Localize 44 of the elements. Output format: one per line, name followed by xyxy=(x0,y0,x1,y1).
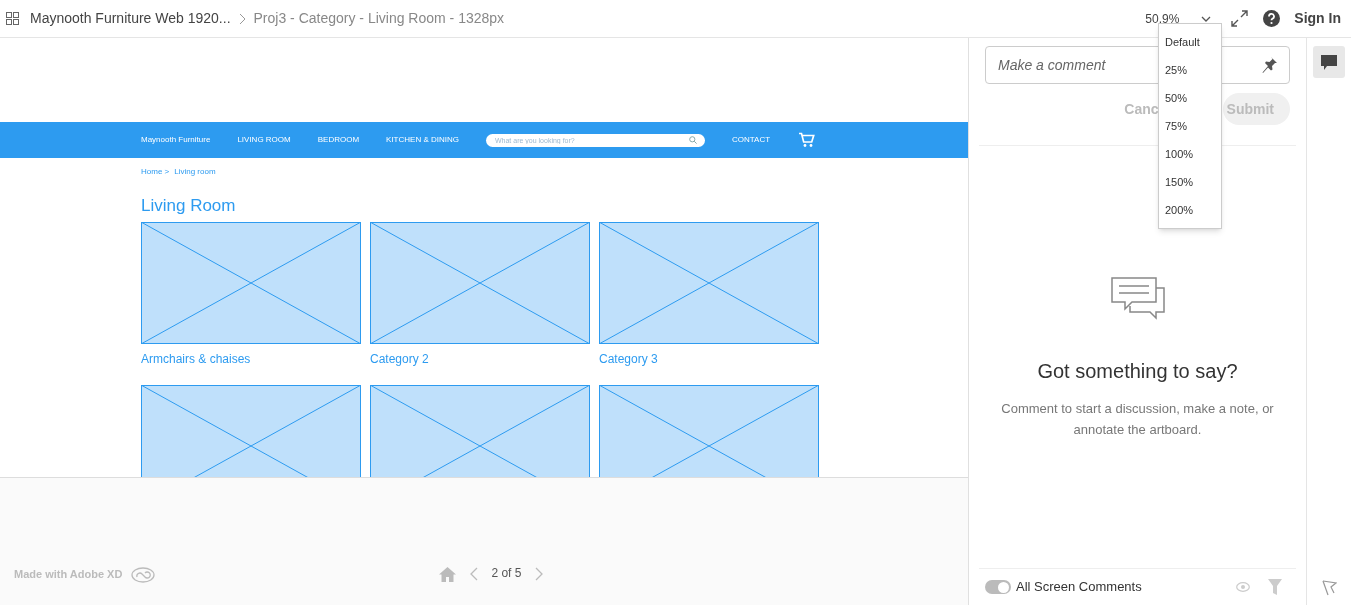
category-link[interactable]: Category 3 xyxy=(599,350,658,368)
cart-icon[interactable] xyxy=(798,132,816,148)
page-heading: Living Room xyxy=(141,195,236,217)
cloud-logo-icon xyxy=(131,567,156,583)
nav-link[interactable]: LIVING ROOM xyxy=(237,134,291,146)
comments-toggle[interactable] xyxy=(985,580,1011,594)
chat-bubbles-icon xyxy=(1109,276,1166,320)
made-with-label: Made with Adobe XD xyxy=(14,566,123,582)
breadcrumb-link[interactable]: Living room xyxy=(174,166,216,178)
search-icon[interactable] xyxy=(688,136,697,144)
category-link[interactable]: Armchairs & chaises xyxy=(141,350,251,368)
zoom-option[interactable]: 25% xyxy=(1159,56,1221,84)
zoom-option[interactable]: 150% xyxy=(1159,168,1221,196)
cancel-button[interactable]: Canc xyxy=(1124,93,1161,125)
comments-panel-button[interactable] xyxy=(1313,46,1345,78)
home-icon[interactable] xyxy=(439,567,457,582)
eye-icon[interactable] xyxy=(1236,582,1250,592)
zoom-option[interactable]: 75% xyxy=(1159,112,1221,140)
chevron-down-icon[interactable] xyxy=(1201,15,1212,22)
empty-state-title: Got something to say? xyxy=(1037,359,1238,384)
toggle-label: All Screen Comments xyxy=(1016,578,1142,597)
sign-in-button[interactable]: Sign In xyxy=(1294,8,1341,29)
nav-link[interactable]: KITCHEN & DINING xyxy=(386,134,459,146)
help-icon[interactable] xyxy=(1263,10,1281,27)
nav-link[interactable]: BEDROOM xyxy=(317,134,360,146)
zoom-option[interactable]: 100% xyxy=(1159,140,1221,168)
chevron-right-icon[interactable] xyxy=(535,567,544,581)
zoom-option[interactable]: 50% xyxy=(1159,84,1221,112)
grid-icon[interactable] xyxy=(6,12,19,25)
nav-link[interactable]: CONTACT xyxy=(731,134,771,146)
screen-title: Proj3 - Category - Living Room - 1328px xyxy=(253,9,505,28)
page-counter: 2 of 5 xyxy=(491,565,522,582)
category-link[interactable]: Category 2 xyxy=(370,350,429,368)
comment-icon xyxy=(1321,54,1337,70)
brand-link[interactable]: Maynooth Furniture xyxy=(141,134,211,146)
filter-icon[interactable] xyxy=(1268,579,1282,595)
project-title[interactable]: Maynooth Furniture Web 1920... xyxy=(30,8,231,29)
empty-state-text: Comment to start a discussion, make a note, or annotate the artboard. xyxy=(1000,400,1275,439)
breadcrumb-link[interactable]: Home > xyxy=(141,166,170,178)
fullscreen-icon[interactable] xyxy=(1231,10,1249,27)
pin-icon[interactable] xyxy=(1261,56,1278,73)
zoom-option[interactable]: 200% xyxy=(1159,196,1221,224)
chevron-left-icon[interactable] xyxy=(470,567,479,581)
chevron-right-icon xyxy=(238,12,246,25)
